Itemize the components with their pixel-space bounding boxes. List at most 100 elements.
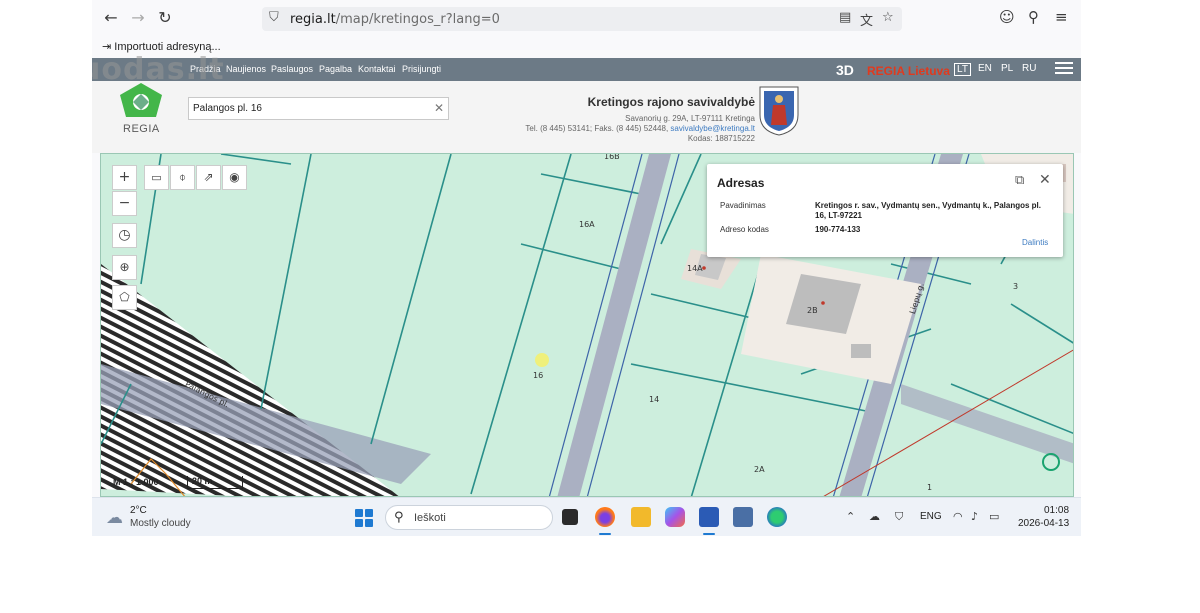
clock-date[interactable]: 2026-04-13 (1018, 518, 1069, 529)
popup-value-code: 190-774-133 (815, 225, 861, 234)
nav-link-help[interactable]: Pagalba (319, 64, 352, 74)
highway-surface (557, 154, 671, 496)
site-info-icon[interactable]: ⛉ (269, 10, 279, 25)
parcel-label-3: 3 (1013, 282, 1019, 291)
account-icon[interactable]: ☺ (999, 8, 1015, 26)
back-arrow-icon[interactable]: ← (100, 7, 122, 29)
forward-arrow-icon[interactable]: → (127, 7, 149, 29)
battery-icon[interactable]: ▭ (989, 510, 999, 523)
taskbar-search-box[interactable]: ⚲ Ieškoti (385, 505, 553, 530)
logo-text: REGIA (123, 123, 160, 135)
word-active-indicator (703, 533, 715, 535)
bookmark-star-icon[interactable]: ☆ (882, 10, 894, 25)
scale-bar-label: 20 m (192, 476, 213, 486)
extensions-icon[interactable]: ⚲ (1028, 8, 1039, 26)
browser-toolbar: ← → ↻ ⛉ regia.lt/map/kretingos_r?lang=0 … (92, 0, 1081, 36)
municipality-contacts: Tel. (8 445) 53141; Faks. (8 445) 52448,… (525, 124, 755, 133)
mouse-pointer-icon[interactable]: ⌽ (170, 165, 195, 190)
word-icon[interactable] (699, 507, 719, 527)
weather-temperature[interactable]: 2°C (130, 505, 147, 516)
crosshair-icon[interactable]: ⊕ (112, 255, 137, 280)
site-header: REGIA ✕ Kretingos rajono savivaldybė Sav… (92, 81, 1081, 153)
url-host: regia.lt (290, 12, 336, 27)
regia-logo-icon[interactable] (118, 81, 164, 121)
municipality-address: Savanorių g. 29A, LT-97111 Kretinga (625, 114, 755, 123)
windows-start-icon[interactable] (355, 509, 373, 527)
taskbar-search-placeholder: Ieškoti (414, 512, 446, 524)
parcel-label-2b: 2B (807, 306, 818, 315)
tray-chevron-up-icon[interactable]: ⌃ (846, 510, 855, 523)
popup-share-link[interactable]: Dalintis (1022, 238, 1048, 247)
parcel-label-16b: 16B (604, 153, 620, 161)
url-text[interactable]: regia.lt/map/kretingos_r?lang=0 (290, 12, 500, 27)
location-pin-icon[interactable] (1042, 453, 1060, 471)
watermark-logo: aruodas.lt (92, 52, 225, 87)
lang-en[interactable]: EN (978, 63, 992, 74)
lang-pl[interactable]: PL (1001, 63, 1013, 74)
municipality-phones: Tel. (8 445) 53141; Faks. (8 445) 52448, (525, 124, 671, 133)
reload-icon[interactable]: ↻ (154, 7, 176, 29)
firefox-icon[interactable] (595, 507, 615, 527)
locate-target-icon[interactable]: ◉ (222, 165, 247, 190)
weather-description[interactable]: Mostly cloudy (130, 518, 191, 529)
volume-icon[interactable]: ♪ (971, 510, 978, 523)
nav-link-contacts[interactable]: Kontaktai (358, 64, 396, 74)
draw-polygon-icon[interactable]: ⬠ (112, 285, 137, 310)
security-shield-icon[interactable]: ⛉ (895, 510, 903, 524)
cadastral-map[interactable]: 16B 16A 14A 2B 3 16 14 2A 1 Palangos pl.… (100, 153, 1074, 497)
menu-icon[interactable]: ≡ (1055, 8, 1068, 26)
parcel-label-16: 16 (533, 371, 544, 380)
input-language-indicator[interactable]: ENG (920, 511, 942, 522)
selected-address-marker[interactable] (535, 353, 549, 367)
file-explorer-icon[interactable] (631, 507, 651, 527)
mode-3d-button[interactable]: 3D (836, 62, 854, 78)
clear-search-icon[interactable]: ✕ (434, 101, 444, 115)
measure-ruler-icon[interactable]: ▭ (144, 165, 169, 190)
bookmarks-bar: ⇥ Importuoti adresyną... (92, 36, 1081, 58)
popup-key-name: Pavadinimas (720, 201, 766, 210)
municipality-title: Kretingos rajono savivaldybė (587, 95, 755, 109)
zoom-in-button[interactable]: + (112, 165, 137, 190)
popup-value-name: Kretingos r. sav., Vydmantų sen., Vydman… (815, 201, 1041, 220)
translate-icon[interactable]: 文 (860, 10, 873, 29)
globe-app-icon[interactable] (767, 507, 787, 527)
lang-ru[interactable]: RU (1022, 63, 1036, 74)
map-scale-bar: 20 m (187, 476, 243, 489)
network-tool-icon[interactable] (733, 507, 753, 527)
site-nav: Pradžia Naujienos Paslaugos Pagalba Kont… (92, 58, 1081, 81)
parcel-label-1: 1 (927, 483, 933, 492)
brand-name[interactable]: REGIA Lietuva (867, 64, 950, 78)
kretinga-coat-of-arms-icon (759, 86, 799, 136)
compass-icon[interactable]: ◷ (112, 223, 137, 248)
copilot-icon[interactable] (665, 507, 685, 527)
popup-close-icon[interactable]: ✕ (1039, 172, 1051, 188)
outbuilding-2b (851, 344, 871, 358)
onedrive-cloud-icon[interactable]: ☁ (869, 510, 880, 523)
reader-view-icon[interactable]: ▤ (839, 10, 851, 25)
hamburger-menu-icon[interactable] (1055, 62, 1073, 77)
lang-lt[interactable]: LT (954, 63, 971, 76)
popup-detach-icon[interactable]: ⧉ (1015, 173, 1024, 188)
address-bar[interactable]: ⛉ regia.lt/map/kretingos_r?lang=0 ▤ 文 ☆ (262, 7, 902, 31)
map-scale-ratio: M 1 : 1 000 (113, 477, 159, 487)
nav-link-login[interactable]: Prisijungti (402, 64, 441, 74)
search-icon: ⚲ (394, 510, 404, 525)
municipality-email[interactable]: savivaldybe@kretinga.lt (670, 124, 755, 133)
address-popup: Adresas ⧉ ✕ Pavadinimas Kretingos r. sav… (707, 164, 1063, 257)
windows-taskbar: ☁ 2°C Mostly cloudy ⚲ Ieškoti ⌃ ☁ ⛉ ENG … (92, 497, 1081, 536)
export-icon[interactable]: ⇗ (196, 165, 221, 190)
parcel-label-2a: 2A (754, 465, 765, 474)
task-view-icon[interactable] (562, 509, 578, 525)
municipality-code: Kodas: 188715222 (687, 134, 755, 143)
wifi-icon[interactable]: ◠ (953, 510, 963, 523)
cloudy-weather-icon[interactable]: ☁ (106, 508, 123, 528)
parcel-label-14a: 14A (687, 264, 703, 273)
screen: ← → ↻ ⛉ regia.lt/map/kretingos_r?lang=0 … (92, 0, 1081, 536)
nav-link-services[interactable]: Paslaugos (271, 64, 313, 74)
url-path: /map/kretingos_r?lang=0 (335, 12, 500, 27)
address-search-input[interactable] (188, 97, 449, 120)
clock-time[interactable]: 01:08 (1044, 505, 1069, 516)
zoom-out-button[interactable]: − (112, 191, 137, 216)
nav-link-news[interactable]: Naujienos (226, 64, 266, 74)
popup-key-code: Adreso kodas (720, 225, 769, 234)
